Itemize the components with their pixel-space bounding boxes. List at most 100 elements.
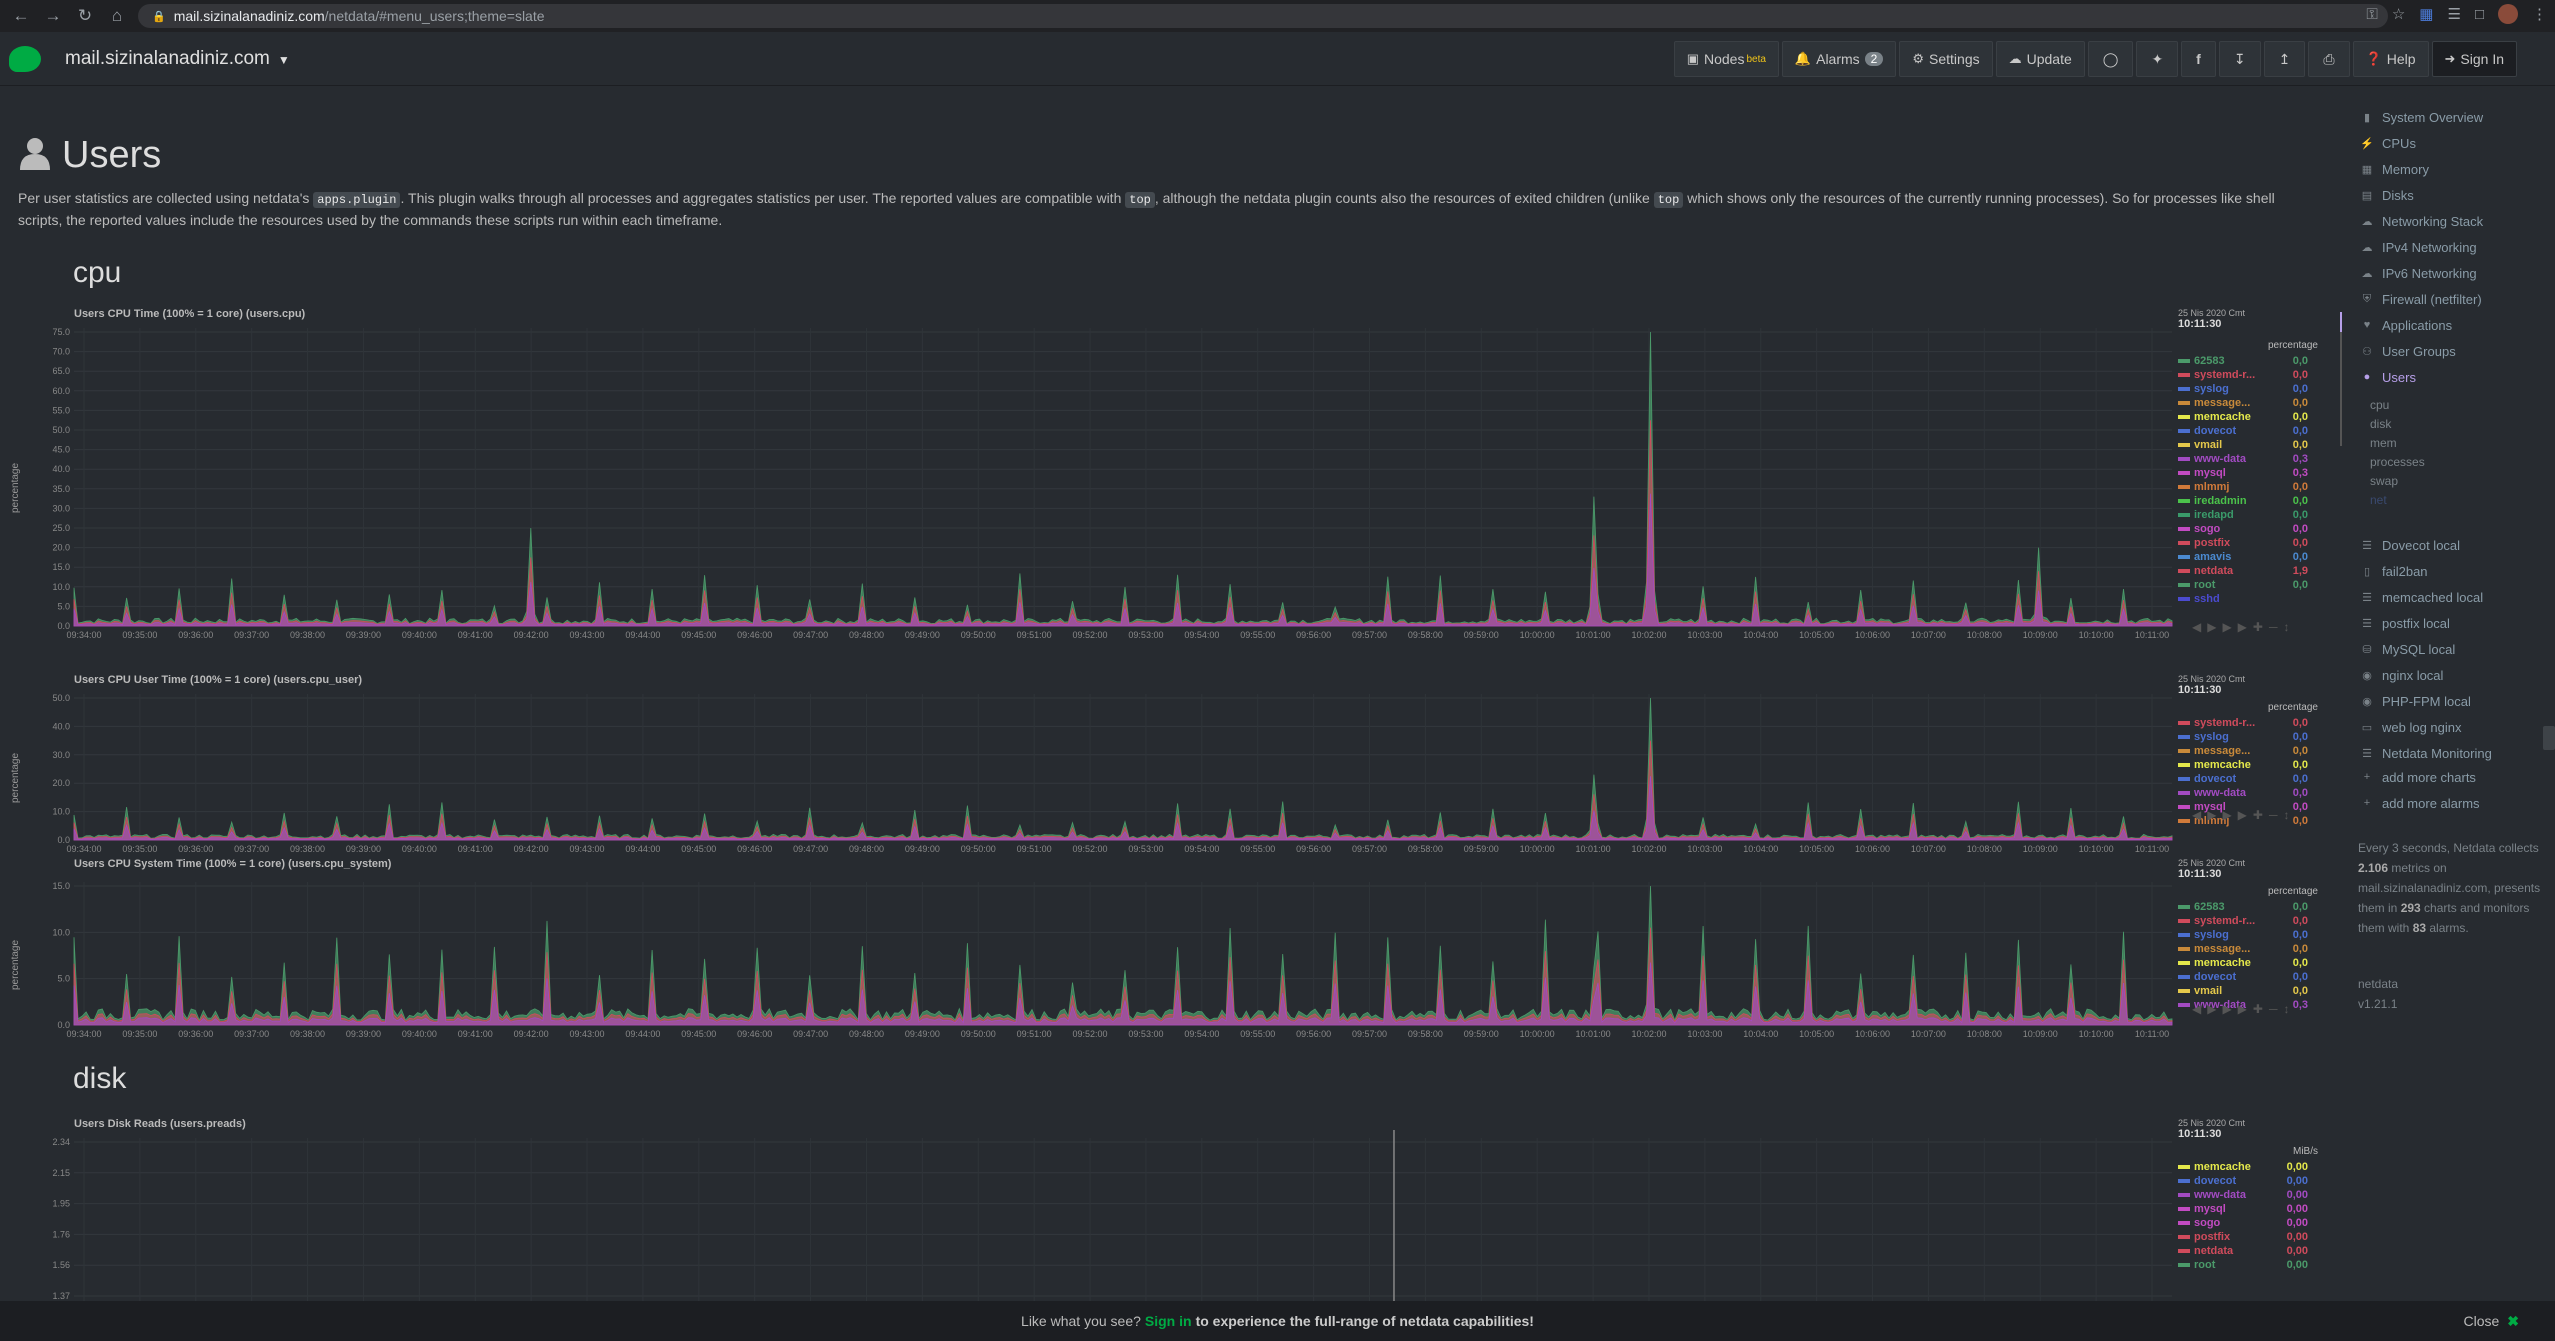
reload-icon[interactable]: ↻ (72, 3, 98, 29)
legend-item[interactable]: dovecot 0,0 (2178, 772, 2308, 786)
legend-item[interactable]: amavis 0,0 (2178, 550, 2308, 564)
chart-0[interactable]: Users CPU Time (100% = 1 core) (users.cp… (0, 308, 2340, 642)
legend-item[interactable]: iredapd 0,0 (2178, 508, 2308, 522)
download-button[interactable]: ↧ (2218, 41, 2261, 77)
chart-1[interactable]: Users CPU User Time (100% = 1 core) (use… (0, 674, 2340, 854)
sidebar-item-mysql-local[interactable]: ⛁ MySQL local (2360, 640, 2455, 658)
upload-button[interactable]: ↥ (2263, 41, 2306, 77)
chart-plot[interactable]: 50.040.030.020.010.00.009:34:00 09:35:00 0… (0, 674, 2175, 854)
chart-plot[interactable]: 2.34 2.15 1.95 1.76 1.56 1.37 (0, 1118, 2175, 1301)
legend-item[interactable]: 62583 0,0 (2178, 900, 2308, 914)
sidebar-item-applications[interactable]: ♥ Applications (2360, 316, 2452, 334)
star-icon[interactable]: ☆ (2392, 5, 2405, 23)
scrollbar-thumb[interactable] (2543, 726, 2555, 750)
legend-item[interactable]: root 0,0 (2178, 578, 2308, 592)
sidebar-item-system-overview[interactable]: ▮ System Overview (2360, 108, 2483, 126)
facebook-button[interactable]: f (2181, 41, 2216, 77)
banner-close-button[interactable]: Close ✖ (2463, 1313, 2519, 1330)
legend-item[interactable]: memcache 0,00 (2178, 1160, 2308, 1174)
legend-item[interactable]: syslog 0,0 (2178, 382, 2308, 396)
sidebar-item-memory[interactable]: ▦ Memory (2360, 160, 2429, 178)
key-icon[interactable]: ⚿ (2366, 6, 2377, 23)
legend-item[interactable]: dovecot 0,0 (2178, 970, 2308, 984)
chart-plot[interactable]: 75.0 70.0 65.0 60.0 55.0 50.0 45.0 40.0 35.0 30.0… (0, 308, 2175, 642)
menu-dots-icon[interactable]: ⋮ (2532, 5, 2547, 23)
github-button[interactable]: ◯ (2087, 41, 2134, 77)
legend-item[interactable]: systemd-r... 0,0 (2178, 914, 2308, 928)
legend-item[interactable]: message... 0,0 (2178, 396, 2308, 410)
home-icon[interactable]: ⌂ (104, 3, 130, 29)
sidebar-item-networking-stack[interactable]: ☁ Networking Stack (2360, 212, 2484, 230)
signin-button[interactable]: ➜ Sign In (2431, 41, 2517, 77)
sidebar-item-users[interactable]: ● Users (2360, 368, 2416, 386)
legend-item[interactable]: sogo 0,0 (2178, 522, 2308, 536)
sidebar-item-web-log-nginx[interactable]: ▭ web log nginx (2360, 718, 2462, 736)
sidebar-item-php-fpm-local[interactable]: ◉ PHP-FPM local (2360, 692, 2471, 710)
sidebar-item-netdata-monitoring[interactable]: ☰ Netdata Monitoring (2360, 744, 2492, 762)
legend-item[interactable]: sogo 0,00 (2178, 1216, 2308, 1230)
netdata-logo-icon[interactable] (9, 45, 41, 72)
legend-item[interactable]: dovecot 0,0 (2178, 424, 2308, 438)
legend-item[interactable]: sshd (2178, 592, 2308, 606)
translate-icon[interactable]: ☰ (2447, 5, 2460, 23)
legend-item[interactable]: message... 0,0 (2178, 942, 2308, 956)
chart-3[interactable]: Users Disk Reads (users.preads) 2.34 2.15 1… (0, 1118, 2340, 1301)
chart-2[interactable]: Users CPU System Time (100% = 1 core) (u… (0, 858, 2340, 1044)
nodes-button[interactable]: ▣ Nodes beta (1673, 41, 1779, 77)
update-button[interactable]: ☁ Update (1995, 41, 2085, 77)
legend-item[interactable]: www-data 0,3 (2178, 452, 2308, 466)
legend-item[interactable]: postfix 0,0 (2178, 536, 2308, 550)
address-bar[interactable]: 🔒 mail.sizinalanadiniz.com/netdata/#menu… (138, 4, 2388, 28)
legend-item[interactable]: 62583 0,0 (2178, 354, 2308, 368)
chart-toolbox[interactable]: ◀▶▶▶✚─↕ (2192, 808, 2295, 822)
alarms-button[interactable]: 🔔 Alarms 2 (1781, 41, 1897, 77)
sidebar-subitem-swap[interactable]: swap (2370, 474, 2398, 488)
sidebar-item-memcached-local[interactable]: ☰ memcached local (2360, 588, 2483, 606)
legend-item[interactable]: syslog 0,0 (2178, 730, 2308, 744)
legend-item[interactable]: memcache 0,0 (2178, 410, 2308, 424)
sidebar-subitem-cpu[interactable]: cpu (2370, 398, 2389, 412)
legend-item[interactable]: netdata 0,00 (2178, 1244, 2308, 1258)
legend-item[interactable]: postfix 0,00 (2178, 1230, 2308, 1244)
sidebar-item-dovecot-local[interactable]: ☰ Dovecot local (2360, 536, 2460, 554)
legend-item[interactable]: www-data 0,0 (2178, 786, 2308, 800)
sidebar-item-ipv6-networking[interactable]: ☁ IPv6 Networking (2360, 264, 2477, 282)
add-more-alarms-link[interactable]: + add more alarms (2360, 794, 2480, 812)
legend-item[interactable]: mysql 0,00 (2178, 1202, 2308, 1216)
legend-item[interactable]: message... 0,0 (2178, 744, 2308, 758)
forward-icon[interactable]: → (40, 3, 66, 29)
sidebar-item-ipv4-networking[interactable]: ☁ IPv4 Networking (2360, 238, 2477, 256)
extension-icon[interactable]: ▦ (2419, 5, 2433, 23)
sidebar-subitem-disk[interactable]: disk (2370, 417, 2391, 431)
chart-toolbox[interactable]: ◀▶▶▶✚─↕ (2192, 620, 2295, 634)
legend-item[interactable]: mysql 0,3 (2178, 466, 2308, 480)
legend-item[interactable]: mlmmj 0,0 (2178, 480, 2308, 494)
sidebar-subitem-processes[interactable]: processes (2370, 455, 2425, 469)
add-more-charts-link[interactable]: + add more charts (2360, 768, 2476, 786)
legend-item[interactable]: root 0,00 (2178, 1258, 2308, 1272)
legend-item[interactable]: syslog 0,0 (2178, 928, 2308, 942)
legend-item[interactable]: vmail 0,0 (2178, 438, 2308, 452)
sidebar-item-cpus[interactable]: ⚡ CPUs (2360, 134, 2416, 152)
hostname-dropdown[interactable]: mail.sizinalanadiniz.com ▼ (65, 48, 290, 70)
legend-item[interactable]: www-data 0,00 (2178, 1188, 2308, 1202)
sidebar-subitem-mem[interactable]: mem (2370, 436, 2397, 450)
chart-toolbox[interactable]: ◀▶▶▶✚─↕ (2192, 1002, 2295, 1016)
legend-item[interactable]: systemd-r... 0,0 (2178, 368, 2308, 382)
sidebar-item-disks[interactable]: ▤ Disks (2360, 186, 2414, 204)
sidebar-item-user-groups[interactable]: ⚇ User Groups (2360, 342, 2456, 360)
sidebar-item-postfix-local[interactable]: ☰ postfix local (2360, 614, 2450, 632)
legend-item[interactable]: memcache 0,0 (2178, 758, 2308, 772)
print-button[interactable]: ⎙ (2308, 41, 2350, 77)
sidebar-item-fail2ban[interactable]: ▯ fail2ban (2360, 562, 2428, 580)
settings-button[interactable]: ⚙ Settings (1899, 41, 1993, 77)
sidebar-subitem-net[interactable]: net (2370, 493, 2387, 507)
twitter-button[interactable]: ✦ (2136, 41, 2179, 77)
legend-item[interactable]: iredadmin 0,0 (2178, 494, 2308, 508)
banner-signin-link[interactable]: Sign in (1145, 1313, 1192, 1329)
sidebar-item-firewall-netfilter[interactable]: ⛨ Firewall (netfilter) (2360, 290, 2482, 308)
legend-item[interactable]: systemd-r... 0,0 (2178, 716, 2308, 730)
legend-item[interactable]: memcache 0,0 (2178, 956, 2308, 970)
legend-item[interactable]: vmail 0,0 (2178, 984, 2308, 998)
avatar[interactable] (2498, 4, 2518, 24)
